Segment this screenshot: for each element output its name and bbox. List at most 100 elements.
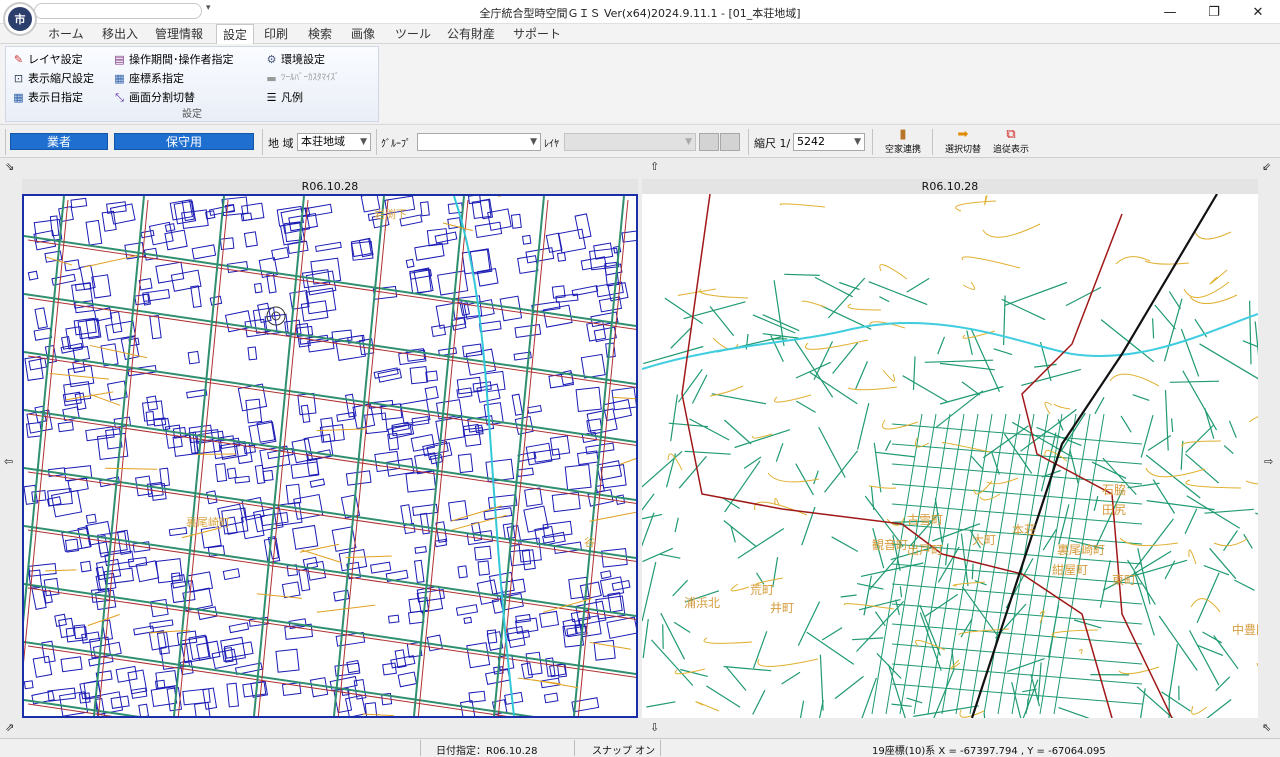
pan-left-icon[interactable]: ⇦ [4, 455, 13, 468]
status-snap[interactable]: スナップ オン [592, 742, 655, 757]
vendor-button[interactable]: 業者 [10, 133, 108, 150]
ribbon-group-label: 設定 [182, 109, 202, 120]
pan-bottomright-icon[interactable]: ⇖ [1262, 721, 1271, 734]
scale-icon: ⊡ [13, 72, 24, 85]
tab-support[interactable]: サポート [507, 24, 567, 44]
toolbar-separator [376, 129, 377, 155]
maintenance-button[interactable]: 保守用 [114, 133, 254, 150]
right-map-label: 裏尾崎町 [1057, 542, 1105, 557]
pan-topright-icon[interactable]: ⇙ [1262, 160, 1271, 173]
layer-settings-button[interactable]: ✎ レイヤ設定 [12, 51, 83, 68]
layer-prev-button[interactable] [699, 133, 719, 151]
region-label: 地 域 [268, 137, 294, 150]
display-scale-button[interactable]: ⊡ 表示縮尺設定 [12, 70, 94, 87]
scale-select[interactable]: 5242 ▼ [793, 133, 865, 151]
legend-icon: ☰ [266, 91, 277, 104]
legend-label: 凡例 [281, 91, 303, 104]
chevron-down-icon: ▼ [360, 137, 367, 147]
vacant-house-link-button[interactable]: ▮ 空家連携 [880, 128, 926, 158]
split-screen-icon: ⤡ [115, 91, 124, 104]
toolbar-customize-icon: ▬ [266, 72, 277, 85]
status-date-spec: 日付指定：R06.10.28 [436, 746, 538, 757]
layer-label: ﾚｲﾔ [544, 139, 559, 150]
pan-down-icon[interactable]: ⇩ [650, 721, 659, 734]
region-select-value: 本荘地域 [301, 135, 345, 148]
tab-settings[interactable]: 設定 [216, 24, 255, 44]
pan-topleft-icon[interactable]: ⇘ [5, 160, 14, 173]
display-date-button[interactable]: ▦ 表示日指定 [12, 89, 83, 106]
split-screen-button[interactable]: ⤡ 画面分割切替 [113, 89, 195, 106]
toolbar-separator [5, 129, 6, 155]
region-select[interactable]: 本荘地域 ▼ [297, 133, 371, 151]
toolbar-separator [932, 129, 933, 155]
right-map-label: 東町 [1112, 573, 1136, 587]
right-map-label: 古雪町 [907, 512, 943, 527]
house-icon: ▮ [899, 127, 907, 142]
chevron-down-icon: ▼ [685, 137, 692, 147]
right-pane-date: R06.10.28 [642, 179, 1258, 194]
group-label: ｸﾞﾙｰﾌﾟ [381, 139, 411, 150]
split-screen-label: 画面分割切替 [129, 91, 195, 104]
right-map-label: 観音町 [872, 537, 908, 552]
left-map-canvas[interactable]: 岩渕下 裏尾崎町谷 [22, 194, 638, 718]
operation-period-button[interactable]: ▤ 操作期間･操作者指定 [113, 51, 234, 68]
calendar-icon: ▦ [13, 91, 24, 104]
right-map-label: 浦浜北 [684, 596, 720, 610]
legend-button[interactable]: ☰ 凡例 [265, 89, 303, 106]
left-map-label: 裏尾崎町 [186, 515, 230, 529]
left-pane-date: R06.10.28 [22, 179, 638, 194]
right-map-label: 大町 [972, 533, 996, 547]
right-map-label: 出戸町 [907, 543, 943, 557]
window-title: 全庁統合型時空間ＧＩＳ Ver(x64)2024.9.11.1 - [01_本荘… [479, 7, 801, 20]
minimize-button[interactable]: — [1150, 0, 1190, 24]
toolbar-separator [262, 129, 263, 155]
toolbar-customize-label: ﾂｰﾙﾊﾞｰｶｽﾀﾏｲｽﾞ [281, 73, 340, 83]
map-area: ⇘ ⇧ ⇙ ⇦ ⇨ ⇗ ⇩ ⇖ R06.10.28 R06.10.28 岩渕下裏… [0, 158, 1280, 738]
tab-import-export[interactable]: 移出入 [96, 24, 144, 44]
tab-management-info[interactable]: 管理情報 [149, 24, 209, 44]
arrow-right-icon: ➡ [957, 127, 969, 142]
environment-settings-button[interactable]: ⚙ 環境設定 [265, 51, 325, 68]
app-logo-emblem: 市 [8, 7, 32, 31]
layer-next-button[interactable] [720, 133, 740, 151]
group-select[interactable]: ▼ [417, 133, 541, 151]
chevron-down-icon: ▼ [854, 137, 861, 147]
main-toolbar: 業者 保守用 地 域 本荘地域 ▼ ｸﾞﾙｰﾌﾟ ▼ ﾚｲﾔ ▼ 縮尺 1/ 5… [0, 124, 1280, 158]
pan-bottomleft-icon[interactable]: ⇗ [5, 721, 14, 734]
left-map-svg: 岩渕下裏尾崎町谷 [24, 196, 636, 716]
right-map-canvas[interactable]: 古雪町観音町出戸町浦浜北 大町 本荘紺屋町井町 荒町 東町 田尻裏尾崎町 石脇中豊岡 [642, 194, 1258, 718]
scale-select-value: 5242 [797, 135, 825, 148]
tab-tools[interactable]: ツール [389, 24, 437, 44]
toolbar-customize-button: ▬ ﾂｰﾙﾊﾞｰｶｽﾀﾏｲｽﾞ [265, 70, 340, 87]
coordinate-system-label: 座標系指定 [129, 72, 184, 85]
layer-settings-label: レイヤ設定 [28, 53, 83, 66]
operation-period-icon: ▤ [114, 53, 125, 66]
environment-settings-label: 環境設定 [281, 53, 325, 66]
toolbar-separator [872, 129, 873, 155]
coordinate-system-button[interactable]: ▦ 座標系指定 [113, 70, 184, 87]
scale-label: 縮尺 1/ [754, 137, 791, 150]
status-separator [574, 740, 575, 756]
maximize-button[interactable]: ❐ [1194, 0, 1234, 24]
operation-period-label: 操作期間･操作者指定 [129, 53, 234, 66]
tab-public-property[interactable]: 公有財産 [441, 24, 501, 44]
layer-settings-icon: ✎ [13, 53, 24, 66]
status-coordinates: 19座標(10)系 X = -67397.794 , Y = -67064.09… [872, 746, 1106, 757]
layer-select: ▼ [564, 133, 696, 151]
chevron-down-icon: ▼ [530, 137, 537, 147]
tab-search[interactable]: 検索 [302, 24, 338, 44]
right-map-label: 井町 [770, 601, 794, 615]
tab-image[interactable]: 画像 [345, 24, 381, 44]
display-scale-label: 表示縮尺設定 [28, 72, 94, 85]
follow-display-button[interactable]: ⧉ 追従表示 [988, 128, 1034, 158]
pan-up-icon[interactable]: ⇧ [650, 160, 659, 173]
tab-home[interactable]: ホーム [42, 24, 90, 44]
tab-print[interactable]: 印刷 [258, 24, 294, 44]
select-switch-button[interactable]: ➡ 選択切替 [940, 128, 986, 158]
follow-display-label: 追従表示 [992, 145, 1029, 155]
app-logo[interactable]: 市 [3, 2, 37, 36]
pan-right-icon[interactable]: ⇨ [1264, 455, 1273, 468]
right-map-svg: 古雪町観音町出戸町浦浜北 大町 本荘紺屋町井町 荒町 東町 田尻裏尾崎町 石脇中豊岡 [642, 194, 1258, 718]
status-separator [420, 740, 421, 756]
close-button[interactable]: ✕ [1238, 0, 1278, 24]
